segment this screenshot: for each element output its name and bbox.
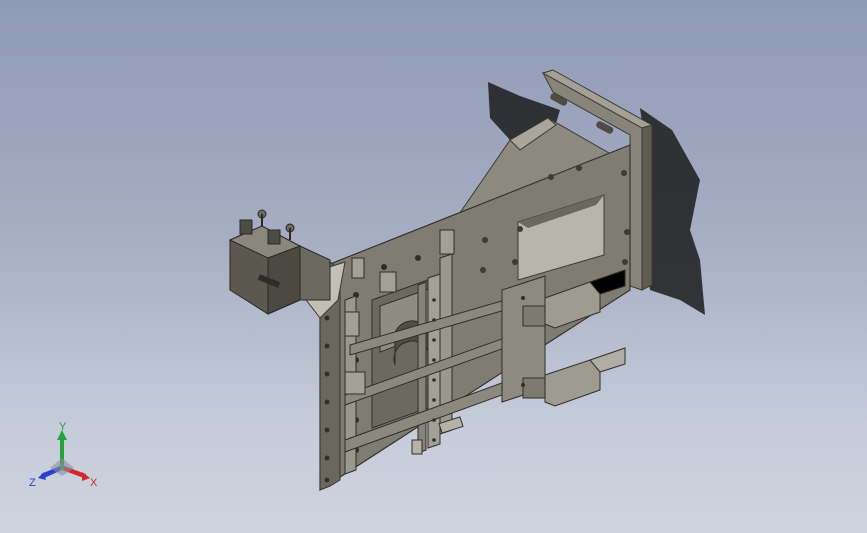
triad-y-label: Y bbox=[59, 421, 67, 433]
triad-z-label: Z bbox=[29, 477, 36, 489]
axis-triad: Y X Z bbox=[29, 421, 98, 489]
servo-motor bbox=[228, 209, 346, 319]
triad-x-label: X bbox=[90, 477, 98, 489]
graphics-viewport[interactable]: Y X Z bbox=[0, 0, 867, 533]
cad-assembly-model[interactable] bbox=[0, 0, 867, 533]
